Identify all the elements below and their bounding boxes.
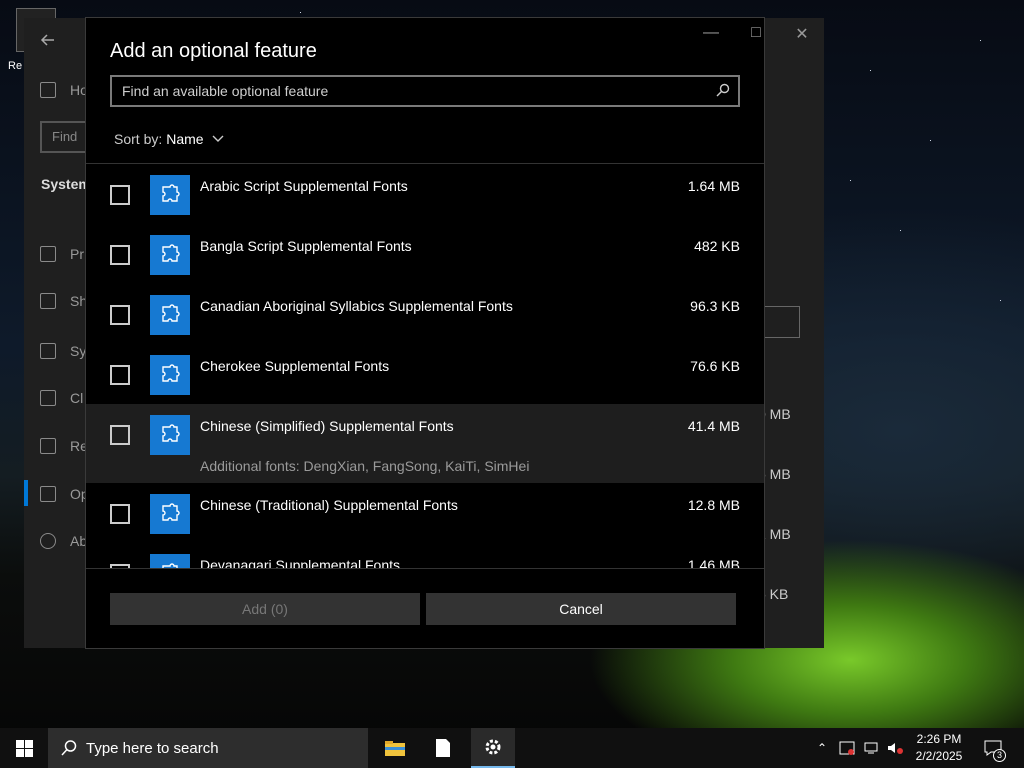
puzzle-icon [150, 494, 190, 534]
feature-description: Additional fonts: DengXian, FangSong, Ka… [200, 458, 530, 474]
notification-center-icon[interactable]: 3 [978, 728, 1008, 768]
sort-label: Sort by: [114, 131, 163, 147]
settings-nav-item[interactable]: Sh [40, 293, 87, 309]
chevron-up-icon[interactable]: ⌃ [812, 728, 832, 768]
feature-item[interactable]: Bangla Script Supplemental Fonts 482 KB [86, 224, 764, 284]
feature-size: 482 KB [694, 238, 740, 254]
feature-checkbox[interactable] [110, 365, 130, 385]
chevron-down-icon [212, 135, 224, 142]
feature-name: Canadian Aboriginal Syllabics Supplement… [200, 298, 513, 314]
feature-size: 41.4 MB [687, 418, 740, 434]
info-icon [40, 533, 56, 549]
clock-time: 2:26 PM [916, 732, 962, 746]
feature-search-box[interactable] [110, 75, 740, 107]
nav-icon [40, 486, 56, 502]
nav-icon [40, 246, 56, 262]
settings-search-icon[interactable] [764, 306, 800, 338]
feature-name: Devanagari Supplemental Fonts [200, 557, 401, 568]
puzzle-icon [150, 415, 190, 455]
dialog-title: Add an optional feature [110, 40, 317, 62]
settings-section-title: System [41, 176, 91, 192]
feature-item[interactable]: Devanagari Supplemental Fonts 1.46 MB [86, 543, 764, 568]
back-icon[interactable] [40, 32, 56, 48]
nav-icon [40, 438, 56, 454]
feature-item[interactable]: Arabic Script Supplemental Fonts 1.64 MB [86, 164, 764, 224]
document-icon[interactable] [421, 728, 465, 768]
feature-item[interactable]: Cherokee Supplemental Fonts 76.6 KB [86, 344, 764, 404]
nav-icon [40, 390, 56, 406]
feature-name: Arabic Script Supplemental Fonts [200, 178, 408, 194]
feature-checkbox[interactable] [110, 425, 130, 445]
feature-checkbox[interactable] [110, 185, 130, 205]
close-icon[interactable]: ✕ [787, 24, 817, 44]
minimize-icon[interactable]: — [696, 24, 726, 42]
volume-muted-icon[interactable] [884, 728, 906, 768]
feature-size: 1.46 MB [687, 557, 740, 568]
feature-size: 96.3 KB [690, 298, 740, 314]
file-explorer-icon[interactable] [373, 728, 417, 768]
settings-nav-item[interactable]: Sy [40, 343, 86, 359]
sort-value: Name [166, 131, 204, 147]
taskbar-search-placeholder: Type here to search [86, 739, 219, 757]
puzzle-icon [150, 554, 190, 568]
nav-icon [40, 343, 56, 359]
maximize-icon[interactable]: □ [741, 24, 771, 42]
feature-name: Cherokee Supplemental Fonts [200, 358, 390, 374]
puzzle-icon [150, 295, 190, 335]
feature-list[interactable]: Arabic Script Supplemental Fonts 1.64 MB… [86, 164, 764, 568]
windows-logo-icon [15, 739, 33, 757]
footer-divider [86, 568, 764, 569]
feature-checkbox[interactable] [110, 305, 130, 325]
settings-nav-item[interactable]: Cl [40, 390, 83, 406]
taskbar-search-box[interactable]: Type here to search [48, 728, 368, 768]
start-button[interactable] [0, 728, 48, 768]
feature-item[interactable]: Chinese (Traditional) Supplemental Fonts… [86, 483, 764, 543]
feature-size: 12.8 MB [687, 497, 740, 513]
feature-name: Bangla Script Supplemental Fonts [200, 238, 412, 254]
selection-accent [24, 480, 28, 506]
feature-name: Chinese (Traditional) Supplemental Fonts [200, 497, 458, 513]
taskbar-clock[interactable]: 2:26 PM 2/2/2025 [905, 731, 973, 765]
feature-checkbox[interactable] [110, 245, 130, 265]
settings-nav-item[interactable]: Re [40, 438, 88, 454]
settings-nav-home[interactable]: Ho [40, 82, 88, 98]
feature-search-input[interactable] [112, 77, 738, 105]
security-icon[interactable] [836, 728, 858, 768]
feature-size: 76.6 KB [690, 358, 740, 374]
sort-dropdown[interactable]: Sort by: Name [114, 131, 228, 147]
taskbar: Type here to search ⌃ 2:26 PM 2/2/2025 3 [0, 728, 1024, 768]
puzzle-icon [150, 235, 190, 275]
network-icon[interactable] [860, 728, 882, 768]
add-button[interactable]: Add (0) [110, 593, 420, 625]
feature-name: Chinese (Simplified) Supplemental Fonts [200, 418, 454, 434]
settings-nav-item[interactable]: Op [40, 486, 89, 502]
home-icon [40, 82, 56, 98]
puzzle-icon [150, 355, 190, 395]
clock-date: 2/2/2025 [915, 749, 963, 763]
settings-gear-icon[interactable] [471, 728, 515, 768]
desktop-icon-label: Re [8, 60, 23, 72]
search-icon[interactable] [716, 83, 730, 97]
search-icon [61, 740, 77, 756]
feature-item[interactable]: Canadian Aboriginal Syllabics Supplement… [86, 284, 764, 344]
puzzle-icon [150, 175, 190, 215]
cancel-button[interactable]: Cancel [426, 593, 736, 625]
nav-icon [40, 293, 56, 309]
feature-checkbox[interactable] [110, 504, 130, 524]
notification-count: 3 [993, 749, 1006, 762]
settings-nav-item[interactable]: Ab [40, 533, 87, 549]
settings-nav-item[interactable]: Pr [40, 246, 84, 262]
add-optional-feature-dialog: — □ ✕ Add an optional feature Sort by: N… [85, 17, 809, 649]
feature-item-selected[interactable]: Chinese (Simplified) Supplemental Fonts … [86, 404, 764, 483]
feature-size: 1.64 MB [687, 178, 740, 194]
